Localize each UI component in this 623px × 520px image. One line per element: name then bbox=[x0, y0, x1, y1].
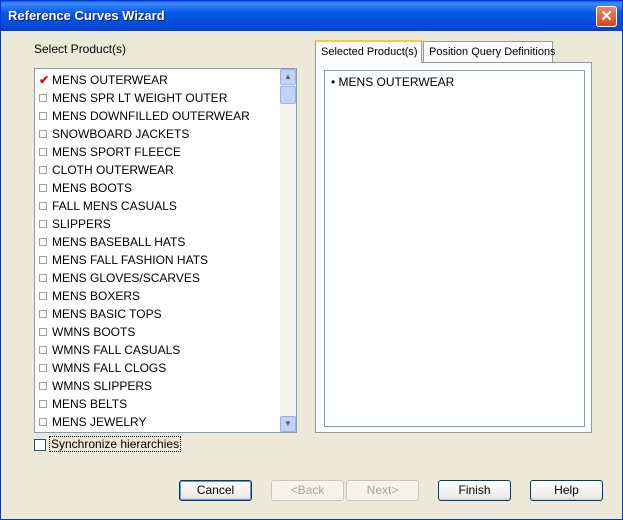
list-item-label: SLIPPERS bbox=[52, 217, 111, 231]
synchronize-hierarchies-label: Synchronize hierarchies bbox=[49, 436, 182, 452]
checkbox-icon[interactable] bbox=[39, 381, 47, 390]
list-item[interactable]: MENS FALL FASHION HATS bbox=[39, 251, 208, 269]
list-item-label: SNOWBOARD JACKETS bbox=[52, 127, 190, 141]
list-item[interactable]: MENS BOXERS bbox=[39, 287, 140, 305]
list-item[interactable]: WMNS BOOTS bbox=[39, 323, 135, 341]
list-item[interactable]: MENS BOOTS bbox=[39, 179, 132, 197]
scroll-thumb[interactable] bbox=[280, 86, 296, 104]
list-item-label: WMNS SLIPPERS bbox=[52, 379, 153, 393]
next-button[interactable]: Next> bbox=[346, 480, 419, 501]
list-item[interactable]: SNOWBOARD JACKETS bbox=[39, 125, 189, 143]
list-item-label: MENS BASEBALL HATS bbox=[52, 235, 186, 249]
checkbox-icon[interactable] bbox=[39, 165, 47, 174]
list-item-label: MENS JEWELRY bbox=[52, 415, 147, 429]
check-icon[interactable]: ✔ bbox=[39, 74, 49, 86]
finish-button[interactable]: Finish bbox=[438, 480, 511, 501]
list-item[interactable]: MENS GLOVES/SCARVES bbox=[39, 269, 200, 287]
close-icon[interactable]: ✕ bbox=[596, 6, 617, 27]
list-item-label: WMNS BOOTS bbox=[52, 325, 136, 339]
tab-panel: • MENS OUTERWEAR bbox=[315, 62, 592, 433]
list-item[interactable]: WMNS FALL CASUALS bbox=[39, 341, 180, 359]
checkbox-box[interactable] bbox=[34, 438, 46, 451]
list-item-label: MENS SPORT FLEECE bbox=[52, 145, 181, 159]
checkbox-icon[interactable] bbox=[39, 93, 47, 102]
list-item[interactable]: MENS DOWNFILLED OUTERWEAR bbox=[39, 107, 250, 125]
checkbox-icon[interactable] bbox=[39, 273, 47, 282]
list-item[interactable]: SLIPPERS bbox=[39, 215, 111, 233]
list-item[interactable]: CLOTH OUTERWEAR bbox=[39, 161, 174, 179]
checkbox-icon[interactable] bbox=[39, 219, 47, 228]
tab-selected-products[interactable]: Selected Product(s) bbox=[315, 40, 422, 63]
checkbox-icon[interactable] bbox=[39, 309, 47, 318]
list-item-label: MENS BOXERS bbox=[52, 289, 141, 303]
list-item-label: MENS BOOTS bbox=[52, 181, 133, 195]
list-item[interactable]: MENS BASIC TOPS bbox=[39, 305, 162, 323]
bullet-icon: • bbox=[331, 75, 336, 89]
checkbox-icon[interactable] bbox=[39, 237, 47, 246]
list-item-label: MENS SPR LT WEIGHT OUTER bbox=[52, 91, 228, 105]
chevron-up-icon[interactable]: ▲ bbox=[280, 69, 296, 85]
listbox-scrollbar[interactable]: ▲ ▼ bbox=[280, 69, 296, 432]
back-button[interactable]: <Back bbox=[271, 480, 344, 501]
select-products-label: Select Product(s) bbox=[34, 42, 127, 56]
list-item-label: MENS FALL FASHION HATS bbox=[52, 253, 209, 267]
list-item[interactable]: MENS JEWELRY bbox=[39, 413, 146, 431]
list-item[interactable]: WMNS SLIPPERS bbox=[39, 377, 152, 395]
list-item-label: MENS OUTERWEAR bbox=[52, 73, 168, 87]
list-item[interactable]: WMNS FALL CLOGS bbox=[39, 359, 166, 377]
list-item-label: WMNS FALL CASUALS bbox=[52, 343, 181, 357]
selected-item-label: MENS OUTERWEAR bbox=[338, 75, 455, 89]
checkbox-icon[interactable] bbox=[39, 129, 47, 138]
checkbox-icon[interactable] bbox=[39, 255, 47, 264]
wizard-window: Reference Curves Wizard ✕ Select Product… bbox=[0, 0, 623, 520]
checkbox-icon[interactable] bbox=[39, 147, 47, 156]
list-item[interactable]: MENS SPR LT WEIGHT OUTER bbox=[39, 89, 227, 107]
list-item-label: MENS BELTS bbox=[52, 397, 128, 411]
list-item[interactable]: MENS BELTS bbox=[39, 395, 127, 413]
checkbox-icon[interactable] bbox=[39, 111, 47, 120]
checkbox-icon[interactable] bbox=[39, 345, 47, 354]
synchronize-hierarchies-checkbox[interactable]: Synchronize hierarchies bbox=[34, 436, 182, 452]
selected-products-list[interactable]: • MENS OUTERWEAR bbox=[324, 70, 585, 427]
checkbox-icon[interactable] bbox=[39, 363, 47, 372]
checkbox-icon[interactable] bbox=[39, 399, 47, 408]
list-item[interactable]: MENS SPORT FLEECE bbox=[39, 143, 181, 161]
checkbox-icon[interactable] bbox=[39, 327, 47, 336]
list-item-label: CLOTH OUTERWEAR bbox=[52, 163, 174, 177]
product-listbox[interactable]: ✔ MENS OUTERWEAR MENS SPR LT WEIGHT OUTER M… bbox=[34, 68, 297, 433]
help-button[interactable]: Help bbox=[530, 480, 603, 501]
list-item[interactable]: MENS BASEBALL HATS bbox=[39, 233, 185, 251]
tab-position-query-definitions[interactable]: Position Query Definitions bbox=[423, 41, 556, 62]
checkbox-icon[interactable] bbox=[39, 291, 47, 300]
window-title: Reference Curves Wizard bbox=[8, 8, 165, 23]
list-item-label: MENS GLOVES/SCARVES bbox=[52, 271, 200, 285]
chevron-down-icon[interactable]: ▼ bbox=[280, 416, 296, 432]
cancel-button[interactable]: Cancel bbox=[179, 480, 252, 501]
list-item-label: WMNS FALL CLOGS bbox=[52, 361, 167, 375]
checkbox-icon[interactable] bbox=[39, 183, 47, 192]
list-item-label: FALL MENS CASUALS bbox=[52, 199, 177, 213]
checkbox-icon[interactable] bbox=[39, 201, 47, 210]
selected-item[interactable]: • MENS OUTERWEAR bbox=[331, 75, 454, 89]
list-item-label: MENS DOWNFILLED OUTERWEAR bbox=[52, 109, 250, 123]
list-item[interactable]: ✔ MENS OUTERWEAR bbox=[39, 71, 168, 89]
list-item[interactable]: FALL MENS CASUALS bbox=[39, 197, 177, 215]
title-bar[interactable]: Reference Curves Wizard ✕ bbox=[1, 1, 622, 31]
checkbox-icon[interactable] bbox=[39, 417, 47, 426]
list-item-label: MENS BASIC TOPS bbox=[52, 307, 162, 321]
